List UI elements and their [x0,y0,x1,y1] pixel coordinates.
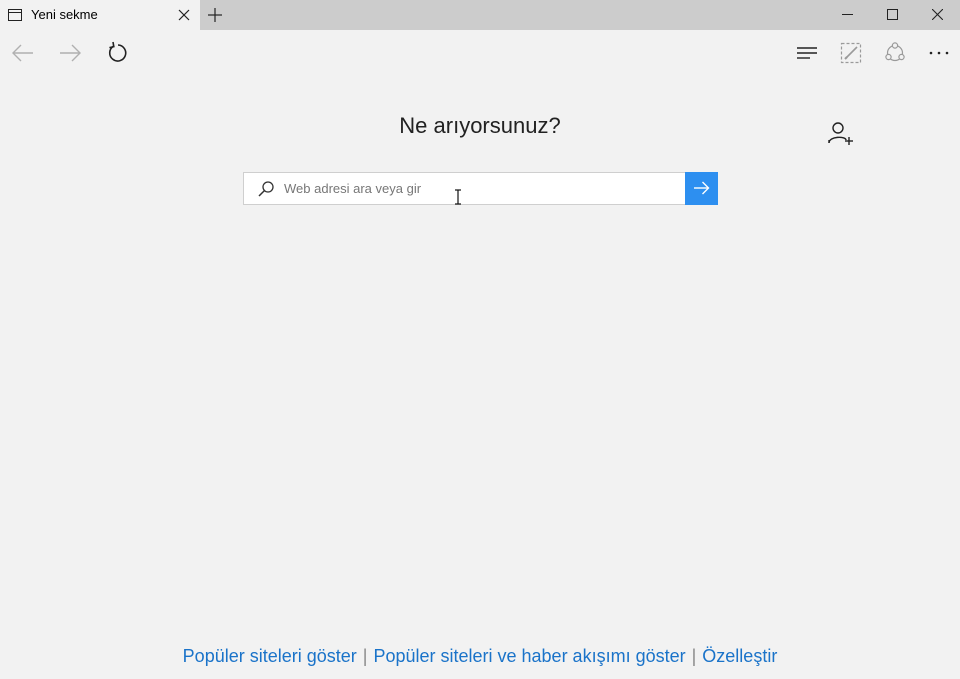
navigation-toolbar [0,30,960,76]
search-icon [257,180,275,198]
search-input[interactable] [284,173,679,204]
customize-link[interactable]: Özelleştir [702,646,777,666]
close-icon [932,9,943,20]
more-icon [929,51,949,55]
refresh-button[interactable] [105,40,131,66]
refresh-icon [108,41,127,62]
text-cursor-icon [454,189,462,205]
share-button[interactable] [882,40,908,66]
search-box [243,172,718,205]
maximize-icon [887,9,898,20]
close-window-button[interactable] [914,0,960,30]
page-heading: Ne arıyorsunuz? [399,113,561,138]
add-user-icon [828,122,853,145]
tab-bar: Yeni sekme [0,0,960,30]
more-button[interactable] [926,40,952,66]
tab-title: Yeni sekme [31,7,98,22]
footer-separator: | [362,646,368,666]
minimize-button[interactable] [824,0,870,30]
go-arrow-icon [694,181,710,195]
footer-separator: | [691,646,697,666]
minimize-icon [842,14,853,15]
search-go-button[interactable] [685,172,718,205]
hub-button[interactable] [794,40,820,66]
tab-new-tab[interactable]: Yeni sekme [0,0,200,30]
maximize-button[interactable] [869,0,915,30]
tab-close-icon[interactable] [176,7,192,23]
forward-button[interactable] [57,40,83,66]
show-popular-sites-and-news-link[interactable]: Popüler siteleri ve haber akışımı göster [373,646,685,666]
back-button[interactable] [10,40,36,66]
browser-window: Yeni sekme Ne arıyorsunuz? Web adresi ar… [0,0,960,679]
new-tab-plus-icon[interactable] [206,6,224,24]
add-user-button[interactable] [826,119,856,149]
page-icon [8,8,22,22]
web-note-icon [840,42,862,64]
web-note-button[interactable] [838,40,864,66]
show-popular-sites-link[interactable]: Popüler siteleri göster [183,646,357,666]
forward-arrow-icon [60,44,81,62]
back-arrow-icon [12,44,33,62]
share-icon [885,42,905,62]
footer-links: Popüler siteleri göster | Popüler siteleri… [0,646,960,667]
hub-icon [797,47,817,59]
